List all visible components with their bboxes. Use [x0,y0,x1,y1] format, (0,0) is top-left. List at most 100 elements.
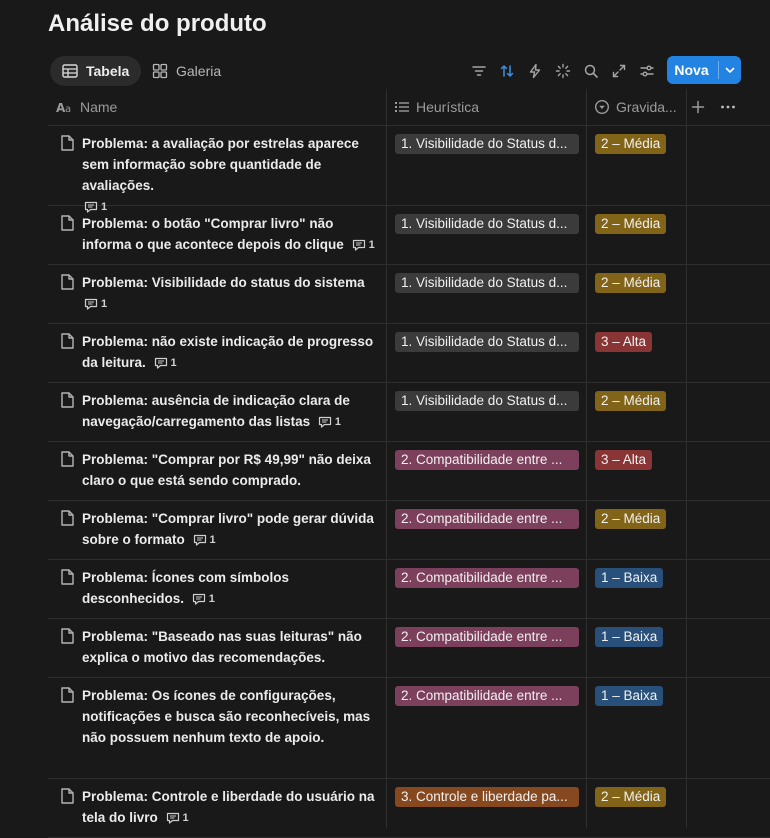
table-row[interactable]: Problema: Controle e liberdade do usuári… [48,779,770,838]
severity-tag[interactable]: 2 – Média [595,391,667,411]
column-header-severity-label: Gravida... [616,99,677,115]
row-title-cell[interactable]: Problema: "Baseado nas suas leituras" nã… [58,619,386,668]
ai-button[interactable] [552,60,574,82]
heuristic-tag[interactable]: 2. Compatibilidade entre ... [395,568,579,588]
comment-count-value: 1 [170,356,177,369]
table-row[interactable]: Problema: a avaliação por estrelas apare… [48,126,770,214]
severity-tag[interactable]: 2 – Média [595,214,667,234]
page-icon [61,510,74,526]
comment-count[interactable]: 1 [193,530,216,551]
severity-tag[interactable]: 2 – Média [595,273,667,293]
row-title-cell[interactable]: Problema: a avaliação por estrelas apare… [58,126,386,218]
row-title-text: Problema: o botão "Comprar livro" não in… [82,216,344,252]
heuristic-tag[interactable]: 1. Visibilidade do Status d... [395,391,579,411]
column-header-name[interactable]: Aa Name [56,89,117,125]
row-title-cell[interactable]: Problema: não existe indicação de progre… [58,324,386,374]
comment-count-value: 1 [368,238,375,251]
row-title-cell[interactable]: Problema: Ícones com símbolos desconheci… [58,560,386,610]
sort-button[interactable] [496,60,518,82]
sort-icon [500,65,514,77]
plus-icon [691,100,705,114]
heuristic-tag[interactable]: 3. Controle e liberdade pa... [395,787,579,807]
heuristic-tag[interactable]: 2. Compatibilidade entre ... [395,627,579,647]
row-title-text: Problema: ausência de indicação clara de… [82,393,350,429]
heuristic-tag[interactable]: 2. Compatibilidade entre ... [395,509,579,529]
row-title-text: Problema: "Baseado nas suas leituras" nã… [82,629,362,665]
comment-count[interactable]: 1 [352,235,375,256]
comment-count-value: 1 [208,592,215,605]
more-options-button[interactable] [720,89,736,125]
row-title-cell[interactable]: Problema: Visibilidade do status do sist… [58,265,386,315]
table-row[interactable]: Problema: Ícones com símbolos desconheci… [48,560,770,619]
row-title-text: Problema: Visibilidade do status do sist… [82,275,365,290]
settings-button[interactable] [636,60,658,82]
tab-gallery-view[interactable]: Galeria [142,56,229,86]
row-title: Problema: "Baseado nas suas leituras" nã… [82,619,386,668]
row-title-cell[interactable]: Problema: "Comprar por R$ 49,99" não dei… [58,442,386,491]
heuristic-tag[interactable]: 1. Visibilidade do Status d... [395,332,579,352]
comment-count[interactable]: 1 [84,294,107,315]
row-title-text: Problema: "Comprar livro" pode gerar dúv… [82,511,374,547]
row-title-cell[interactable]: Problema: ausência de indicação clara de… [58,383,386,433]
severity-tag[interactable]: 2 – Média [595,509,667,529]
automation-button[interactable] [524,60,546,82]
add-property-button[interactable] [691,89,705,125]
table-row[interactable]: Problema: Visibilidade do status do sist… [48,265,770,324]
comment-count[interactable]: 1 [154,353,177,374]
tab-table-view[interactable]: Tabela [50,56,142,86]
comment-icon [154,358,167,370]
row-title: Problema: não existe indicação de progre… [82,324,386,374]
severity-tag[interactable]: 1 – Baixa [595,686,664,706]
severity-tag[interactable]: 1 – Baixa [595,627,664,647]
text-property-icon: Aa [56,101,71,114]
comment-count-value: 1 [334,415,341,428]
table-row[interactable]: Problema: "Comprar por R$ 49,99" não dei… [48,442,770,501]
gallery-icon [152,63,168,79]
page-icon [61,451,74,467]
row-title: Problema: Controle e liberdade do usuári… [82,779,386,829]
table-row[interactable]: Problema: o botão "Comprar livro" não in… [48,206,770,265]
comment-count[interactable]: 1 [318,412,341,433]
severity-tag[interactable]: 3 – Alta [595,450,653,470]
table-header: Aa Name Heurística Gravida... [48,89,770,126]
comment-count[interactable]: 1 [192,589,215,610]
row-title: Problema: Visibilidade do status do sist… [82,265,365,315]
comment-icon [166,813,179,825]
table-row[interactable]: Problema: "Baseado nas suas leituras" nã… [48,619,770,678]
filter-button[interactable] [468,60,490,82]
comment-icon [352,240,365,252]
table-row[interactable]: Problema: Os ícones de configurações, no… [48,678,770,779]
table-row[interactable]: Problema: não existe indicação de progre… [48,324,770,383]
table-row[interactable]: Problema: "Comprar livro" pode gerar dúv… [48,501,770,560]
row-title-cell[interactable]: Problema: o botão "Comprar livro" não in… [58,206,386,256]
table-row[interactable]: Problema: ausência de indicação clara de… [48,383,770,442]
comment-count[interactable]: 1 [166,808,189,829]
severity-tag[interactable]: 2 – Média [595,134,667,154]
row-title: Problema: a avaliação por estrelas apare… [82,126,386,218]
chevron-down-icon [725,67,735,73]
expand-button[interactable] [608,60,630,82]
heuristic-tag[interactable]: 2. Compatibilidade entre ... [395,686,579,706]
row-title-cell[interactable]: Problema: Os ícones de configurações, no… [58,678,386,748]
search-button[interactable] [580,60,602,82]
column-header-heuristic[interactable]: Heurística [394,89,479,125]
filter-icon [472,66,486,76]
heuristic-tag[interactable]: 1. Visibilidade do Status d... [395,214,579,234]
list-icon [395,102,409,112]
severity-tag[interactable]: 1 – Baixa [595,568,664,588]
row-title-text: Problema: "Comprar por R$ 49,99" não dei… [82,452,371,488]
select-property-icon [594,99,610,115]
row-title-cell[interactable]: Problema: "Comprar livro" pode gerar dúv… [58,501,386,551]
heuristic-tag[interactable]: 1. Visibilidade do Status d... [395,134,579,154]
table-icon [62,64,78,78]
severity-tag[interactable]: 3 – Alta [595,332,653,352]
row-title-cell[interactable]: Problema: Controle e liberdade do usuári… [58,779,386,829]
heuristic-tag[interactable]: 2. Compatibilidade entre ... [395,450,579,470]
heuristic-tag[interactable]: 1. Visibilidade do Status d... [395,273,579,293]
severity-tag[interactable]: 2 – Média [595,787,667,807]
page-icon [61,215,74,231]
comment-count-value: 1 [101,297,108,310]
new-options-button[interactable] [719,56,741,84]
new-button[interactable]: Nova [667,56,718,84]
column-header-severity[interactable]: Gravida... [594,89,677,125]
